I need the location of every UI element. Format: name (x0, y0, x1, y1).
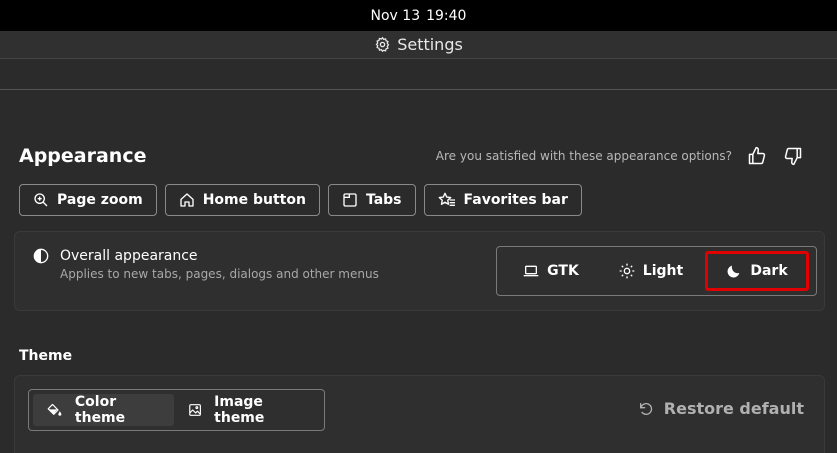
favorites-bar-button[interactable]: Favorites bar (423, 184, 582, 216)
tab-icon (343, 193, 357, 207)
dark-mode-button[interactable]: Dark (705, 251, 809, 291)
overall-appearance-card: Overall appearance Applies to new tabs, … (14, 231, 825, 311)
feedback-question: Are you satisfied with these appearance … (435, 149, 732, 163)
window-titlebar: Settings (0, 31, 837, 58)
home-icon (180, 193, 194, 207)
overall-appearance-title: Overall appearance (60, 248, 198, 264)
thumbs-down-icon[interactable] (783, 146, 803, 166)
light-mode-button[interactable]: Light (601, 251, 701, 291)
paint-bucket-icon (47, 403, 62, 416)
appearance-heading: Appearance (19, 145, 147, 167)
moon-icon (727, 265, 740, 278)
tabs-button[interactable]: Tabs (327, 184, 416, 216)
browser-toolbar (0, 58, 837, 90)
thumbs-up-icon[interactable] (747, 146, 767, 166)
theme-type-selector: Color theme Image theme (28, 389, 325, 431)
gear-icon (375, 36, 390, 53)
clock-time: 19:40 (426, 7, 467, 24)
system-clock[interactable]: Nov 13 19:40 (0, 0, 837, 31)
overall-appearance-subtitle: Applies to new tabs, pages, dialogs and … (60, 267, 379, 281)
clock-date: Nov 13 (370, 7, 421, 24)
zoom-in-icon (34, 193, 48, 207)
restore-default-button[interactable]: Restore default (638, 399, 804, 418)
image-icon (189, 404, 201, 416)
theme-heading: Theme (19, 348, 73, 364)
appearance-mode-selector: GTK Light Dark (496, 246, 817, 296)
laptop-icon (523, 265, 539, 277)
favorites-icon (438, 192, 455, 206)
image-theme-tab[interactable]: Image theme (174, 394, 320, 426)
appearance-shortcuts: Page zoom Home button Tabs Favorites bar (19, 184, 582, 216)
sun-icon (619, 263, 635, 279)
home-button-chip[interactable]: Home button (164, 184, 320, 216)
color-theme-tab[interactable]: Color theme (33, 394, 175, 426)
theme-card: Color theme Image theme Restore default (14, 375, 825, 453)
window-title: Settings (397, 35, 463, 54)
gtk-mode-button[interactable]: GTK (501, 251, 601, 291)
page-zoom-button[interactable]: Page zoom (19, 184, 157, 216)
contrast-icon (33, 248, 49, 264)
reset-icon (639, 402, 652, 415)
